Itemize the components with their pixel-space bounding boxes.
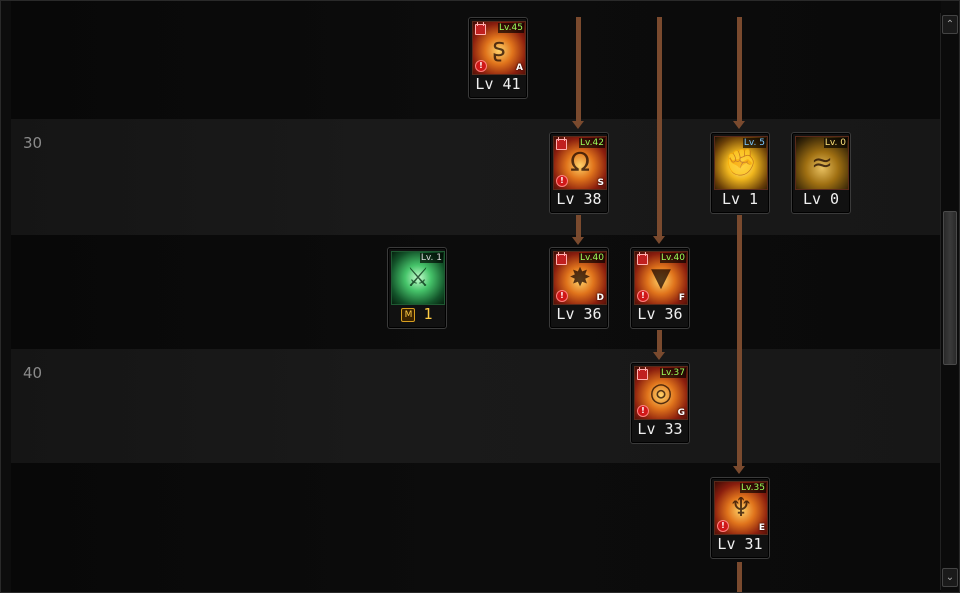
skill-level-label: Lv 0 (802, 190, 840, 208)
hotkey-label: F (678, 293, 685, 303)
prerequisite-line (737, 215, 742, 466)
warning-icon: ! (637, 290, 649, 302)
skill-slot-ground-wave[interactable]: ≈ Lv. 0 Lv 0 (791, 132, 851, 214)
prerequisite-arrow (733, 466, 745, 474)
lock-icon (637, 367, 648, 380)
prerequisite-arrow (572, 237, 584, 245)
scroll-thumb[interactable] (943, 211, 957, 365)
skill-level-label: Lv 36 (637, 305, 683, 323)
skill-slot-s[interactable]: Ω Lv.42 ! S Lv 38 (549, 132, 609, 214)
required-level-tag: Lv.40 (579, 253, 605, 263)
hotkey-label: G (677, 408, 685, 418)
mastery-level-label: M1 (388, 305, 446, 323)
skill-slot-a[interactable]: ʂ Lv.45 ! A Lv 41 (468, 17, 528, 99)
skill-slot-e[interactable]: ♆ Lv.35 ! E Lv 31 (710, 477, 770, 559)
required-level-tag: Lv. 5 (742, 138, 766, 148)
warning-icon: ! (556, 290, 568, 302)
eruption-icon: ▼ Lv.40 ! F (634, 251, 688, 305)
prerequisite-line (657, 17, 662, 236)
chevron-up-icon[interactable]: ⌃ (942, 15, 958, 34)
prerequisite-line (576, 17, 581, 121)
skill-level-label: Lv 41 (475, 75, 521, 93)
skill-level-label: Lv 33 (637, 420, 683, 438)
required-level-tag: Lv. 1 (419, 253, 443, 263)
vortex-icon: ◎ Lv.37 ! G (634, 366, 688, 420)
row-level-label: 30 (23, 134, 43, 152)
prerequisite-line (576, 215, 581, 237)
spike-burst-icon: ♆ Lv.35 ! E (714, 481, 768, 535)
hotkey-label: A (516, 63, 523, 73)
skill-level-label: Lv 1 (721, 190, 759, 208)
required-level-tag: Lv.35 (740, 483, 766, 493)
warning-icon: ! (475, 60, 487, 72)
lock-icon (475, 22, 486, 35)
skill-level-label: Lv 36 (556, 305, 602, 323)
tree-row-band (11, 349, 941, 463)
skill-slot-mastery[interactable]: ⚔ Lv. 1 M1 (387, 247, 447, 329)
row-level-label: 40 (23, 364, 43, 382)
chevron-down-icon[interactable]: ⌄ (942, 568, 958, 587)
tree-row-band (11, 463, 941, 592)
prerequisite-line (737, 562, 742, 592)
warning-icon: ! (637, 405, 649, 417)
required-level-tag: Lv.42 (579, 138, 605, 148)
mastery-badge-icon: M (401, 307, 416, 322)
tree-row-band (11, 235, 941, 349)
hotkey-label: E (758, 523, 765, 533)
lock-icon (556, 137, 567, 150)
required-level-tag: Lv.40 (660, 253, 686, 263)
lock-icon (637, 252, 648, 265)
prerequisite-line (737, 17, 742, 121)
skill-slot-f[interactable]: ▼ Lv.40 ! F Lv 36 (630, 247, 690, 329)
burst-icon: ✸ Lv.40 ! D (553, 251, 607, 305)
lock-icon (556, 252, 567, 265)
hotkey-label: D (596, 293, 604, 303)
ground-wave-icon: ≈ Lv. 0 (795, 136, 849, 190)
warning-icon: ! (717, 520, 729, 532)
required-level-tag: Lv.37 (660, 368, 686, 378)
swirl-fire-icon: ʂ Lv.45 ! A (472, 21, 526, 75)
skill-slot-fist-aura[interactable]: ✊ Lv. 5 Lv 1 (710, 132, 770, 214)
prerequisite-line (657, 330, 662, 352)
required-level-tag: Lv. 0 (823, 138, 847, 148)
hotkey-label: S (597, 178, 604, 188)
green-blade-icon: ⚔ Lv. 1 (391, 251, 445, 305)
skill-level-label: Lv 31 (717, 535, 763, 553)
prerequisite-arrow (653, 236, 665, 244)
vertical-scrollbar[interactable]: ⌃ ⌄ (940, 13, 958, 590)
fist-aura-icon: ✊ Lv. 5 (714, 136, 768, 190)
horn-slash-icon: Ω Lv.42 ! S (553, 136, 607, 190)
skill-tree-panel: 30 40 ʂ Lv.45 ! A Lv 41 Ω Lv.42 ! S Lv 3… (0, 0, 960, 593)
prerequisite-arrow (653, 352, 665, 360)
prerequisite-arrow (733, 121, 745, 129)
skill-level-label: Lv 38 (556, 190, 602, 208)
prerequisite-arrow (572, 121, 584, 129)
warning-icon: ! (556, 175, 568, 187)
skill-slot-g[interactable]: ◎ Lv.37 ! G Lv 33 (630, 362, 690, 444)
skill-slot-d[interactable]: ✸ Lv.40 ! D Lv 36 (549, 247, 609, 329)
required-level-tag: Lv.45 (498, 23, 524, 33)
